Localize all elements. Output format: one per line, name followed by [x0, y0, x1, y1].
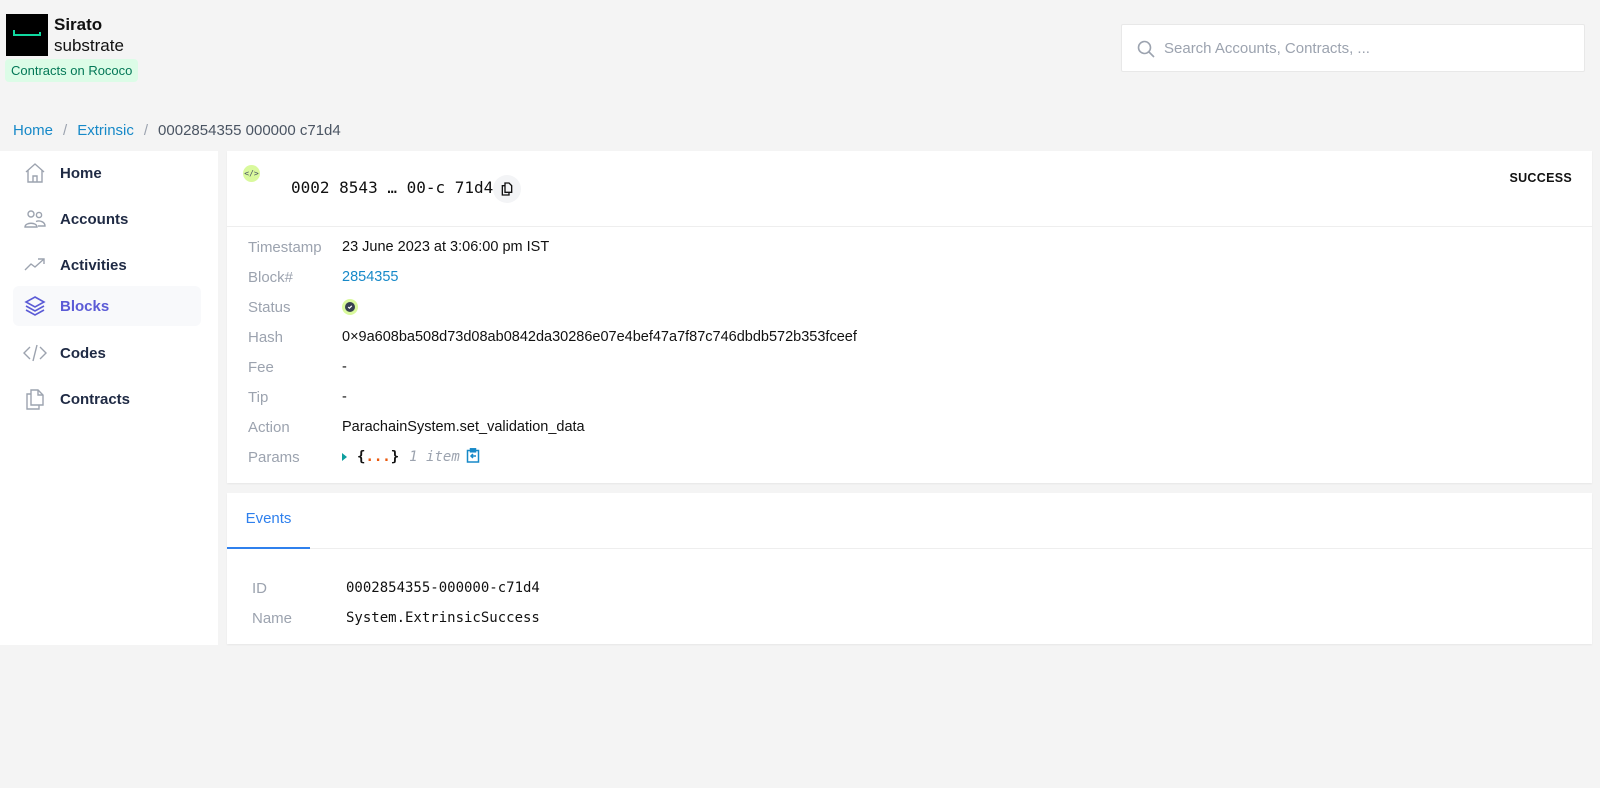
block-link[interactable]: 2854355 [342, 269, 398, 285]
event-id-value: 0002854355-000000-c71d4 [346, 580, 540, 596]
sidebar-item-label: Activities [60, 256, 127, 274]
item-count: 1 item [409, 449, 460, 465]
brand-subtitle: substrate [54, 36, 124, 55]
close-brace: } [390, 449, 400, 465]
fee-value: - [342, 359, 347, 375]
timestamp-value: 23 June 2023 at 3:06:00 pm IST [342, 239, 550, 255]
extrinsic-header: </> 0002 8543 … 00-c 71d4 SUCCESS [227, 151, 1592, 227]
header: Sirato substrate Contracts on Rococo [0, 0, 1600, 110]
sidebar-item-accounts[interactable]: Accounts [13, 199, 201, 239]
sidebar-item-label: Blocks [60, 297, 110, 315]
code-icon [22, 340, 48, 366]
search-icon [1137, 40, 1155, 58]
check-circle-icon [342, 299, 358, 315]
field-label: Status [248, 298, 291, 316]
documents-icon [22, 386, 48, 412]
detail-row-action: Action ParachainSystem.set_validation_da… [248, 415, 585, 439]
copy-button[interactable] [493, 175, 521, 203]
brand-title: Sirato [54, 15, 103, 34]
breadcrumb-home[interactable]: Home [13, 122, 53, 139]
events-card: Events ID 0002854355-000000-c71d4 Name S… [227, 493, 1592, 644]
sidebar-item-label: Home [60, 164, 102, 182]
sidebar-item-blocks[interactable]: Blocks [13, 286, 201, 326]
field-label: Tip [248, 388, 269, 406]
field-label: Fee [248, 358, 274, 376]
status-label: SUCCESS [1509, 171, 1572, 185]
search-box [1121, 24, 1585, 72]
detail-row-block: Block# 2854355 [248, 265, 398, 289]
action-value: ParachainSystem.set_validation_data [342, 419, 585, 435]
detail-row-status: Status [248, 295, 358, 319]
tip-value: - [342, 389, 347, 405]
home-icon [22, 160, 48, 186]
sidebar-item-label: Accounts [60, 210, 129, 228]
event-row-name: Name System.ExtrinsicSuccess [252, 606, 540, 630]
sidebar-item-codes[interactable]: Codes [13, 333, 201, 373]
logo[interactable] [6, 14, 48, 56]
event-name-value: System.ExtrinsicSuccess [346, 610, 540, 626]
tab-bar: Events [227, 493, 1592, 549]
field-label: Params [248, 448, 300, 466]
tab-events[interactable]: Events [227, 493, 310, 549]
detail-row-tip: Tip - [248, 385, 347, 409]
extrinsic-card: </> 0002 8543 … 00-c 71d4 SUCCESS Timest… [227, 151, 1592, 483]
sidebar-item-activities[interactable]: Activities [13, 245, 201, 285]
code-badge-icon: </> [243, 165, 260, 182]
field-label: Action [248, 418, 290, 436]
copy-icon [501, 182, 513, 196]
sidebar-item-contracts[interactable]: Contracts [13, 379, 201, 419]
detail-row-fee: Fee - [248, 355, 347, 379]
copy-to-clipboard-icon[interactable] [466, 447, 480, 467]
users-icon [22, 206, 48, 232]
detail-row-hash: Hash 0×9a608ba508d73d08ab0842da30286e07e… [248, 325, 857, 349]
breadcrumb-separator: / [63, 122, 68, 139]
layers-icon [22, 293, 48, 319]
sidebar-item-label: Codes [60, 344, 106, 362]
breadcrumb-current: 0002854355 000000 c71d4 [158, 122, 341, 139]
hash-value: 0×9a608ba508d73d08ab0842da30286e07e4bef4… [342, 329, 857, 345]
expand-triangle-icon[interactable] [342, 453, 347, 461]
search-input[interactable] [1164, 25, 1574, 71]
trending-icon [22, 252, 48, 278]
collapsed-dots[interactable]: ... [365, 449, 390, 465]
sidebar: Home Accounts Activities Blocks Codes Co… [0, 151, 218, 645]
event-row-id: ID 0002854355-000000-c71d4 [252, 576, 540, 600]
sidebar-item-home[interactable]: Home [13, 153, 201, 193]
breadcrumb-extrinsic[interactable]: Extrinsic [77, 122, 134, 139]
field-label: Name [252, 609, 293, 627]
detail-row-timestamp: Timestamp 23 June 2023 at 3:06:00 pm IST [248, 235, 549, 259]
field-label: ID [252, 579, 267, 597]
field-label: Timestamp [248, 238, 322, 256]
breadcrumb: Home / Extrinsic / 0002854355 000000 c71… [13, 122, 341, 139]
extrinsic-id: 0002 8543 … 00-c 71d4 [291, 178, 494, 197]
breadcrumb-separator: / [143, 122, 149, 139]
params-viewer[interactable]: { ... } 1 item [342, 447, 480, 467]
sidebar-item-label: Contracts [60, 390, 131, 408]
field-label: Block# [248, 268, 294, 286]
open-brace: { [357, 449, 366, 465]
detail-row-params: Params { ... } 1 item [248, 445, 480, 469]
network-badge: Contracts on Rococo [5, 59, 139, 82]
field-label: Hash [248, 328, 284, 346]
